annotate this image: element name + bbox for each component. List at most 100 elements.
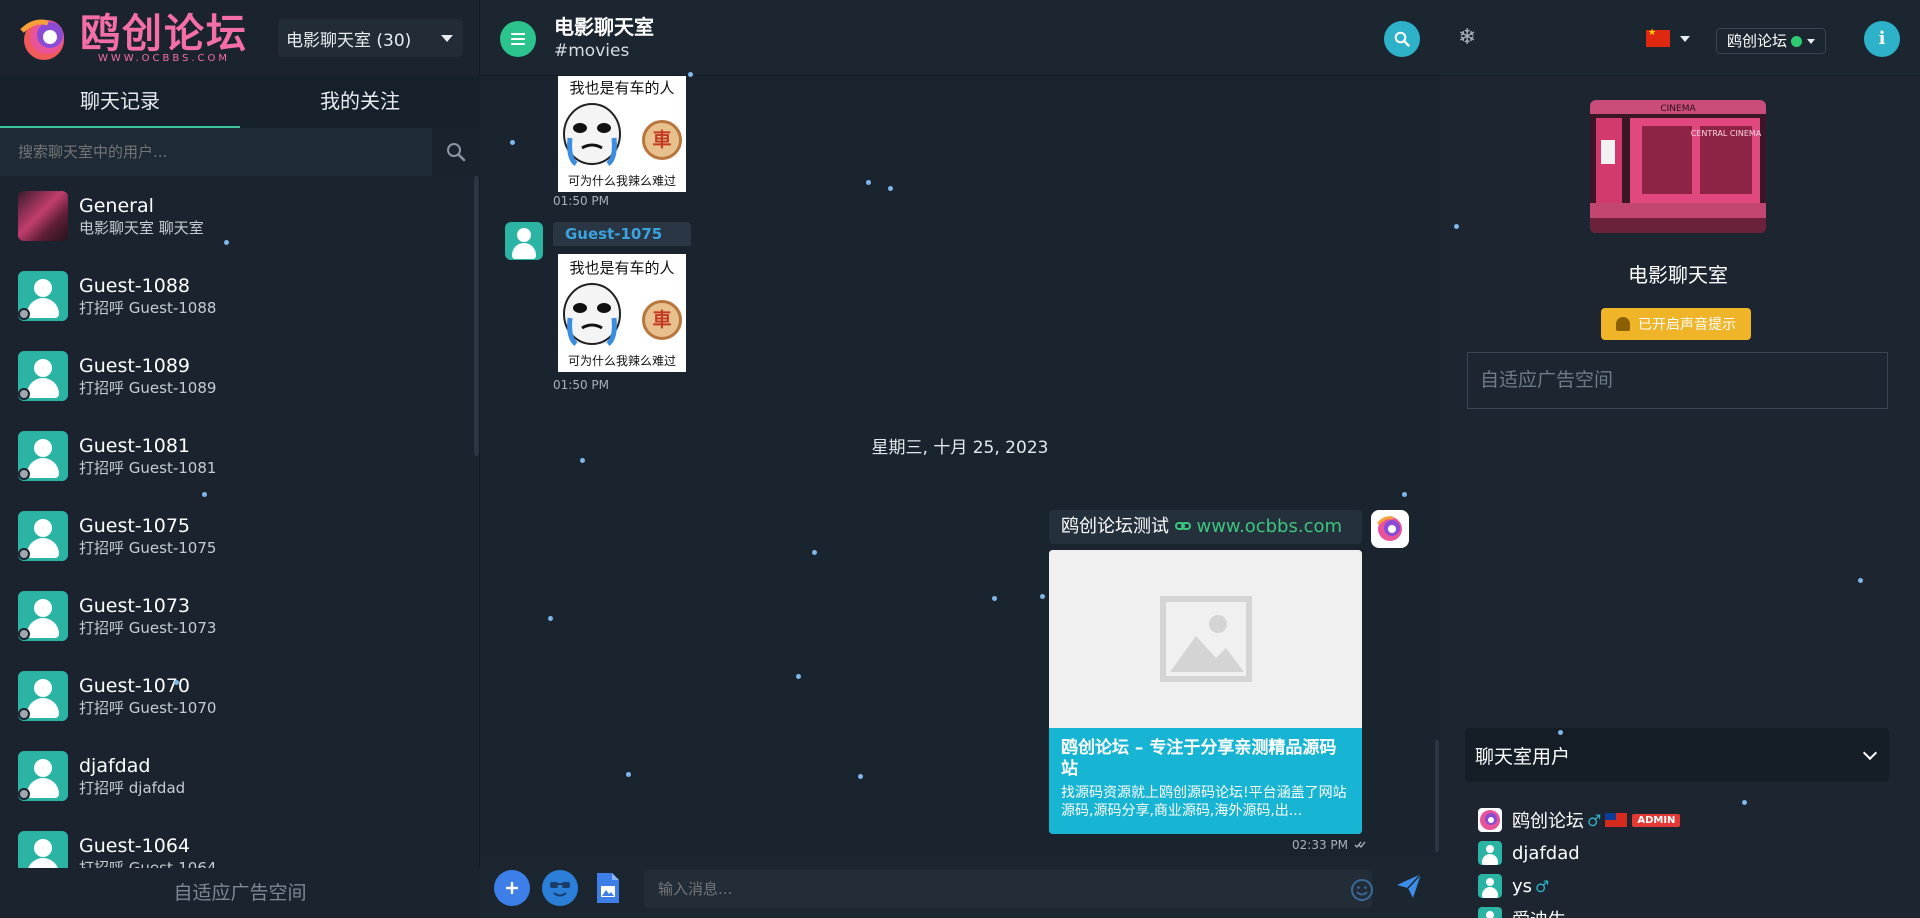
contact-name: djafdad — [79, 755, 151, 777]
link-preview-title: 鸥创论坛 – 专注于分享亲测精品源码站 — [1061, 738, 1337, 779]
double-check-icon — [1354, 841, 1366, 849]
bell-icon — [1616, 317, 1630, 331]
search-icon — [1394, 31, 1410, 47]
snow-particle — [992, 596, 997, 601]
message-input[interactable] — [644, 870, 1372, 908]
logo-text: 鸥创论坛 WWW.OCBBS.COM — [80, 13, 248, 64]
contact-item[interactable]: Guest-1088 打招呼 Guest-1088 — [0, 256, 472, 336]
snowflake-icon[interactable]: ❄ — [1458, 25, 1476, 50]
snow-particle — [888, 186, 893, 191]
contact-item[interactable]: Guest-1089 打招呼 Guest-1089 — [0, 336, 472, 416]
snow-particle — [866, 180, 871, 185]
sound-notification-label: 已开启声音提示 — [1638, 317, 1736, 333]
contact-item[interactable]: Guest-1081 打招呼 Guest-1081 — [0, 416, 472, 496]
ad-space-left: 自适应广告空间 — [0, 868, 480, 918]
status-dot — [18, 388, 30, 400]
contact-list: General 电影聊天室 聊天室 Guest-1088 打招呼 Guest-1… — [0, 176, 472, 868]
room-user-item[interactable]: 爱迪生 — [1478, 906, 1566, 918]
menu-icon — [511, 33, 525, 45]
room-name: 电影聊天室 — [1628, 263, 1728, 287]
info-button[interactable]: i — [1864, 21, 1900, 57]
room-user-name: djafdad — [1512, 842, 1580, 864]
user-avatar-icon — [1478, 874, 1502, 898]
snow-particle — [1402, 492, 1407, 497]
status-dot — [18, 308, 30, 320]
contact-item[interactable]: Guest-1064 打招呼 Guest-1064 — [0, 816, 472, 868]
contact-item[interactable]: djafdad 打招呼 djafdad — [0, 736, 472, 816]
message-list-scrollbar[interactable] — [1435, 740, 1439, 852]
contact-subtitle: 打招呼 Guest-1089 — [79, 379, 217, 397]
contact-item[interactable]: Guest-1070 打招呼 Guest-1070 — [0, 656, 472, 736]
link-preview-card[interactable]: 鸥创论坛 – 专注于分享亲测精品源码站 找源码资源就上鸥创源码论坛!平台涵盖了网… — [1049, 550, 1362, 834]
contact-subtitle: 打招呼 Guest-1075 — [79, 539, 217, 557]
image-placeholder-icon — [1159, 596, 1252, 682]
snow-particle — [1454, 224, 1459, 229]
sender-name[interactable]: Guest-1075 — [553, 222, 691, 246]
emoji-picker-button[interactable] — [542, 870, 578, 906]
room-user-item[interactable]: 鸥创论坛 ♂ ADMIN — [1478, 807, 1681, 833]
snow-particle — [580, 458, 585, 463]
caret-down-icon[interactable] — [1680, 36, 1690, 42]
contact-item[interactable]: Guest-1073 打招呼 Guest-1073 — [0, 576, 472, 656]
online-status-icon — [1791, 35, 1803, 47]
message-link[interactable]: www.ocbbs.com — [1196, 516, 1342, 537]
menu-button[interactable] — [500, 21, 536, 57]
snow-particle — [548, 616, 553, 621]
chat-header: 电影聊天室 #movies — [480, 0, 1440, 76]
search-button[interactable] — [432, 128, 480, 176]
link-preview-description: 找源码资源就上鸥创源码论坛!平台涵盖了网站源码,源码分享,商业源码,海外源码,出… — [1061, 785, 1347, 819]
contact-name: Guest-1081 — [79, 435, 191, 457]
room-avatar — [18, 191, 68, 241]
chat-panel: 电影聊天室 #movies 我也是有车的人 車 可为什么我辣么难过 01:50 … — [480, 0, 1440, 918]
tab-following[interactable]: 我的关注 — [240, 76, 480, 128]
self-avatar[interactable] — [1371, 510, 1409, 548]
room-users-header[interactable]: 聊天室用户 — [1465, 728, 1889, 782]
room-select-dropdown[interactable]: 电影聊天室 (30) — [278, 19, 463, 57]
contact-item[interactable]: Guest-1075 打招呼 Guest-1075 — [0, 496, 472, 576]
tab-chat-history[interactable]: 聊天记录 — [0, 76, 240, 128]
add-attachment-button[interactable] — [494, 870, 530, 906]
emoji-icon — [1351, 879, 1373, 901]
caret-down-icon — [441, 35, 453, 42]
sticker-image[interactable]: 我也是有车的人 車 可为什么我辣么难过 — [558, 76, 686, 192]
user-avatar-icon — [1478, 907, 1502, 918]
message-time: 01:50 PM — [553, 378, 609, 392]
chat-search-button[interactable] — [1384, 21, 1420, 57]
sticker-image[interactable]: 我也是有车的人 車 可为什么我辣么难过 — [558, 254, 686, 372]
sticker-caption-top: 我也是有车的人 — [569, 79, 675, 97]
snow-particle — [224, 240, 229, 245]
room-cover-image: CINEMA CENTRAL CINEMA — [1590, 100, 1766, 233]
snow-particle — [174, 680, 179, 685]
contact-list-scrollbar[interactable] — [474, 176, 479, 456]
user-menu-dropdown[interactable]: 鸥创论坛 — [1716, 28, 1827, 54]
snow-particle — [202, 492, 207, 497]
link-message-text: 鸥创论坛测试 www.ocbbs.com — [1049, 510, 1362, 544]
user-search-input[interactable] — [0, 128, 432, 176]
link-icon — [1174, 522, 1191, 530]
message-time: 02:33 PM — [1292, 838, 1366, 852]
user-avatar-icon[interactable] — [505, 222, 543, 260]
sound-notification-button[interactable]: 已开启声音提示 — [1601, 308, 1751, 340]
room-user-name: 鸥创论坛 — [1512, 811, 1584, 832]
plus-icon — [506, 882, 518, 894]
contact-item-general[interactable]: General 电影聊天室 聊天室 — [0, 176, 472, 256]
room-user-item[interactable]: djafdad — [1478, 840, 1580, 866]
flag-cn-icon[interactable] — [1646, 28, 1670, 47]
message-time: 01:50 PM — [553, 194, 609, 208]
status-dot — [18, 708, 30, 720]
snow-particle — [688, 72, 693, 77]
send-button[interactable] — [1395, 872, 1423, 904]
upload-image-button[interactable] — [590, 870, 626, 906]
contact-name: Guest-1070 — [79, 675, 191, 697]
logo-mark-icon — [1478, 808, 1502, 832]
status-dot — [18, 788, 30, 800]
cinema-sign: CINEMA — [1660, 104, 1696, 114]
logo-title: 鸥创论坛 — [80, 10, 248, 57]
user-avatar-icon — [18, 831, 68, 868]
logo-mark-icon — [1376, 516, 1402, 541]
emoji-button[interactable] — [1350, 878, 1374, 906]
room-user-item[interactable]: ys ♂ — [1478, 873, 1549, 899]
send-icon — [1397, 873, 1422, 898]
room-user-name: 爱迪生 — [1512, 906, 1566, 918]
contact-name: Guest-1073 — [79, 595, 191, 617]
